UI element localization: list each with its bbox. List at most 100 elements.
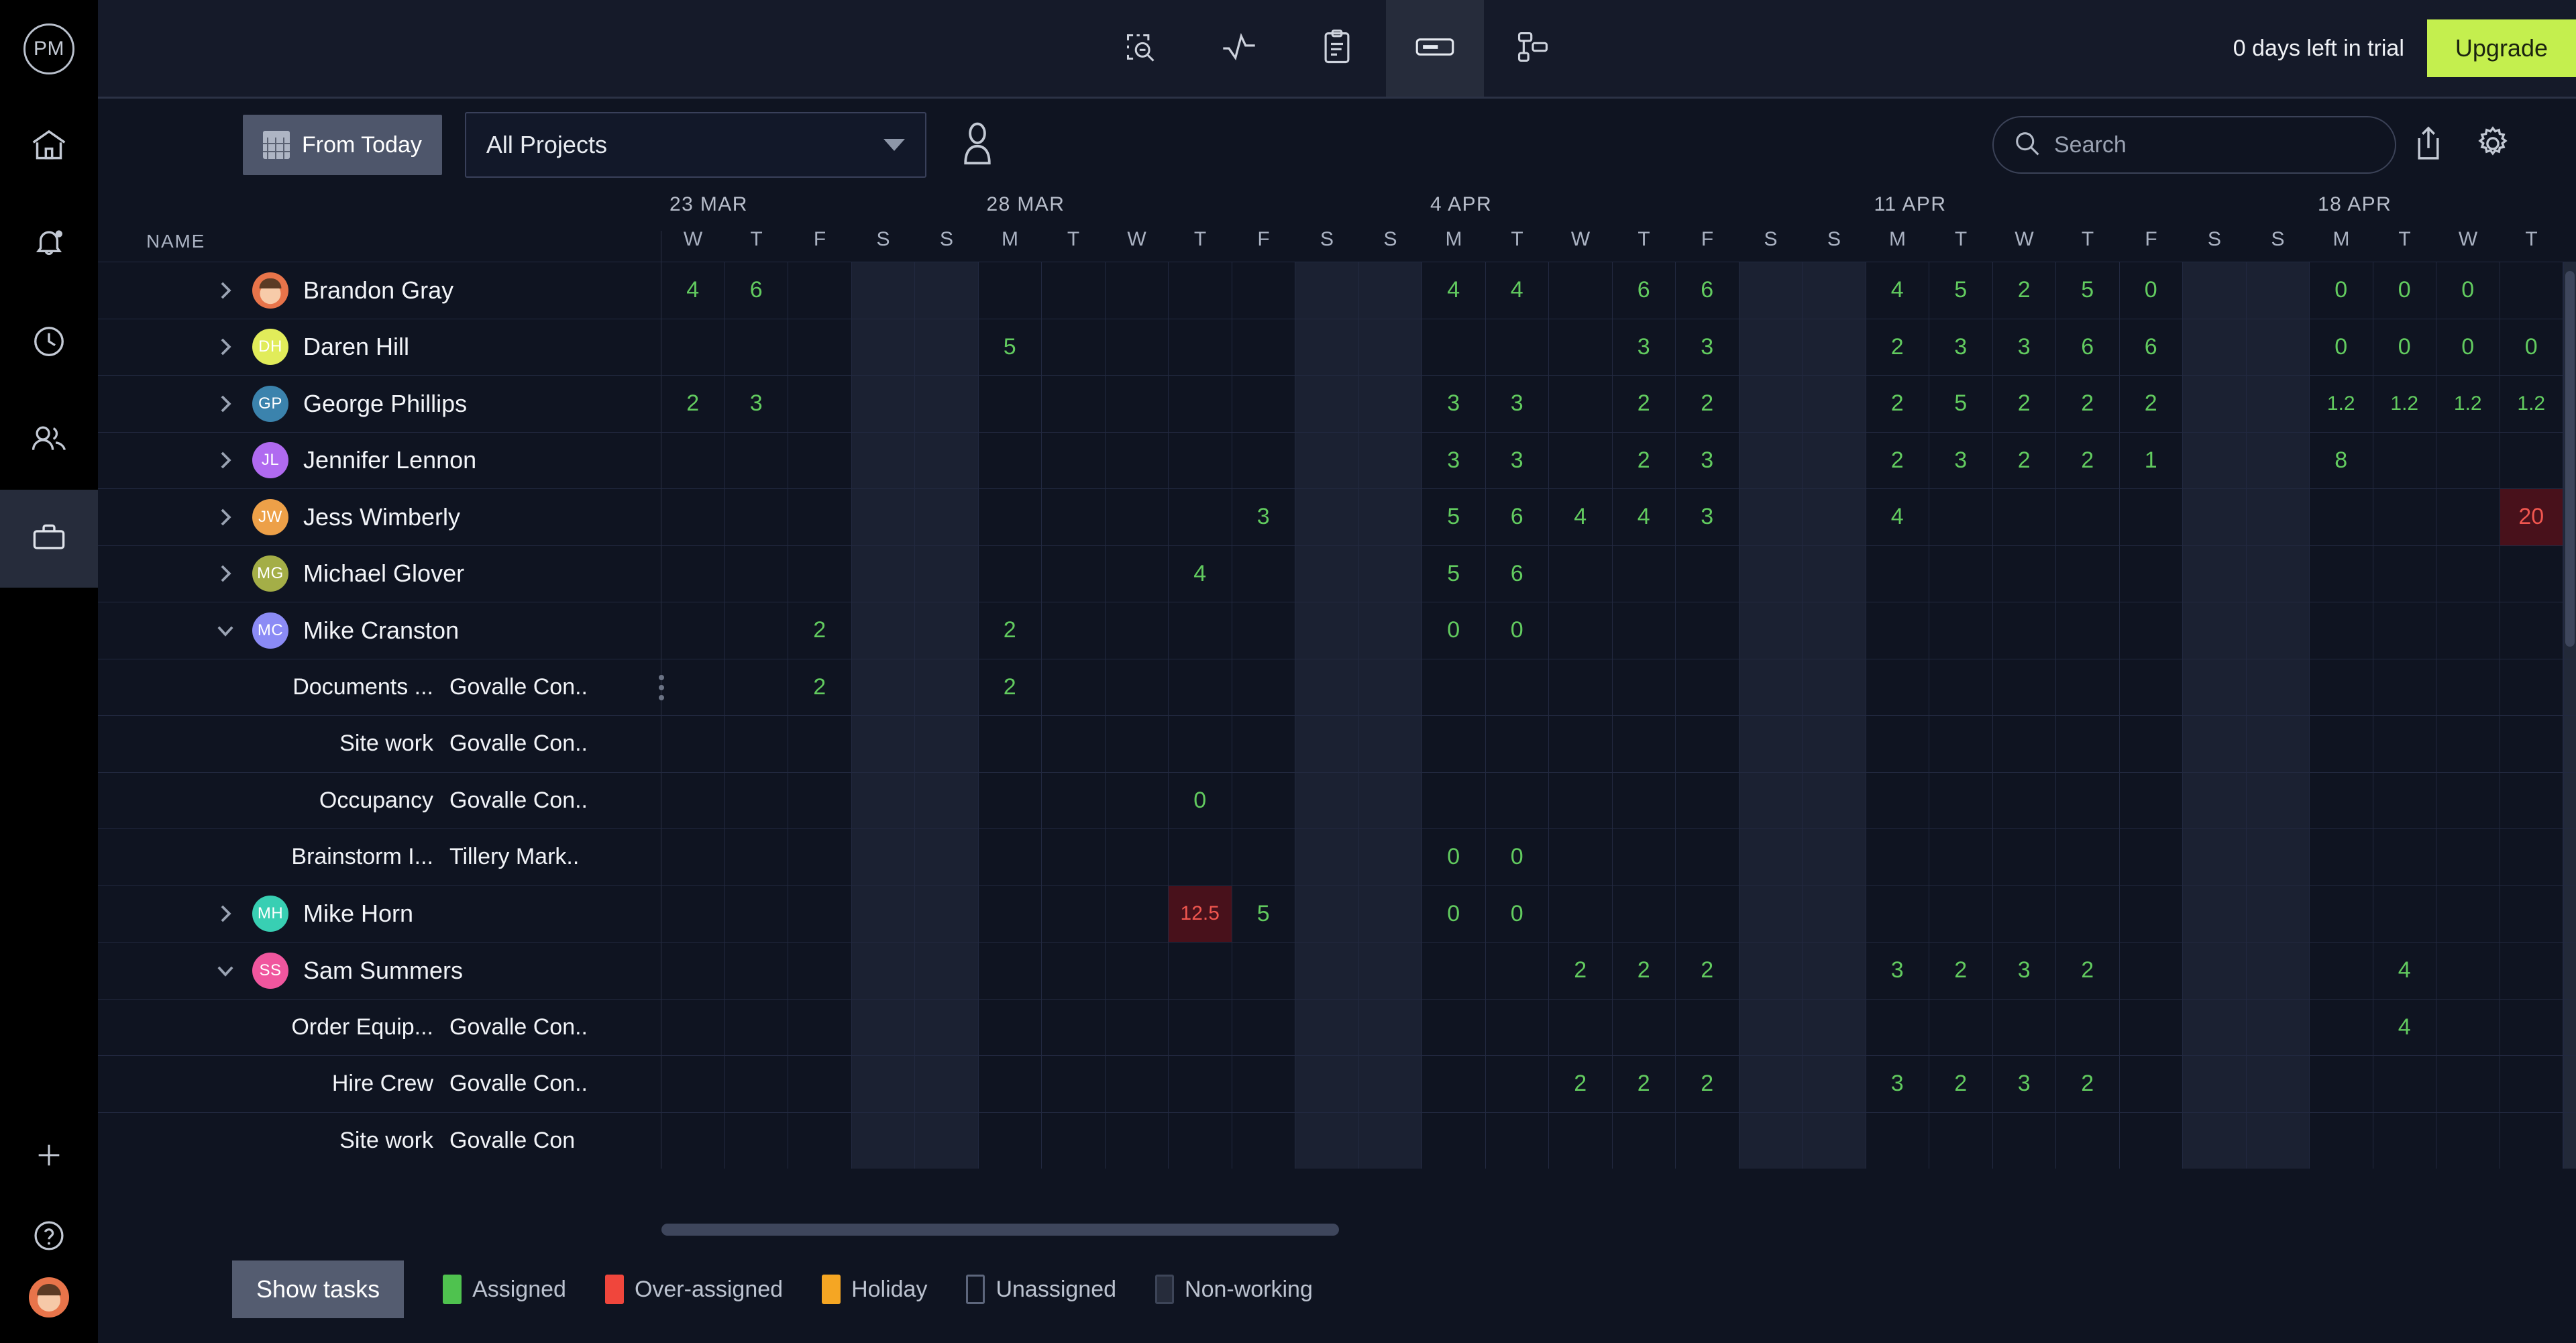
day-cell[interactable] bbox=[1676, 773, 1739, 829]
day-cell[interactable] bbox=[1929, 716, 1993, 772]
day-cell[interactable]: 4 bbox=[661, 262, 725, 319]
day-cell[interactable] bbox=[915, 546, 979, 602]
day-cell[interactable] bbox=[788, 1056, 852, 1112]
day-cell[interactable] bbox=[1676, 1113, 1739, 1169]
day-cell[interactable] bbox=[2373, 659, 2437, 716]
day-cell[interactable] bbox=[1106, 1000, 1169, 1056]
day-cell[interactable]: 5 bbox=[979, 319, 1042, 376]
day-cell[interactable] bbox=[2183, 262, 2247, 319]
day-cell[interactable] bbox=[1549, 716, 1613, 772]
day-cell[interactable] bbox=[2500, 773, 2564, 829]
day-cell[interactable] bbox=[1613, 546, 1676, 602]
day-cell[interactable] bbox=[1993, 773, 2057, 829]
day-cell[interactable] bbox=[1549, 433, 1613, 489]
day-cell[interactable] bbox=[1106, 716, 1169, 772]
day-cell[interactable] bbox=[1676, 886, 1739, 943]
day-cell[interactable] bbox=[1295, 489, 1359, 545]
day-cell[interactable] bbox=[1486, 319, 1550, 376]
day-cell[interactable] bbox=[1866, 886, 1930, 943]
day-cell[interactable] bbox=[2310, 602, 2373, 659]
day-cell[interactable] bbox=[788, 376, 852, 432]
day-cell[interactable] bbox=[2183, 433, 2247, 489]
horizontal-scrollbar-thumb[interactable] bbox=[661, 1224, 1339, 1236]
day-cell[interactable] bbox=[915, 602, 979, 659]
table-row-task[interactable]: OccupancyGovalle Con..00.00 bbox=[98, 772, 2576, 829]
day-cell[interactable]: 3 bbox=[1232, 489, 1296, 545]
table-row-task[interactable]: Documents ...Govalle Con..224.00 bbox=[98, 659, 2576, 716]
day-cell[interactable] bbox=[915, 716, 979, 772]
day-cell[interactable] bbox=[2436, 1000, 2500, 1056]
day-cell[interactable] bbox=[1676, 546, 1739, 602]
day-cell[interactable] bbox=[979, 433, 1042, 489]
day-cell[interactable]: 4 bbox=[1549, 489, 1613, 545]
horizontal-scrollbar[interactable] bbox=[661, 1224, 2431, 1236]
day-cell[interactable] bbox=[1169, 433, 1232, 489]
day-cell[interactable] bbox=[1549, 773, 1613, 829]
day-cell[interactable] bbox=[661, 489, 725, 545]
day-cell[interactable]: 2 bbox=[2056, 1056, 2120, 1112]
day-cell[interactable]: 4 bbox=[1866, 489, 1930, 545]
day-cell[interactable] bbox=[1359, 1056, 1423, 1112]
day-cell[interactable] bbox=[725, 546, 789, 602]
day-cell[interactable] bbox=[1866, 829, 1930, 885]
day-cell[interactable] bbox=[1739, 489, 1803, 545]
day-cell[interactable] bbox=[1676, 602, 1739, 659]
day-cell[interactable] bbox=[1613, 659, 1676, 716]
day-cell[interactable]: 2 bbox=[2056, 433, 2120, 489]
day-cell[interactable] bbox=[2310, 716, 2373, 772]
table-row-person[interactable]: Brandon Gray4644664525000046.43 bbox=[98, 262, 2576, 319]
day-cell[interactable] bbox=[915, 659, 979, 716]
table-row-person[interactable]: MCMike Cranston22004.43 bbox=[98, 602, 2576, 659]
day-cell[interactable] bbox=[1803, 943, 1866, 999]
day-cell[interactable] bbox=[1106, 433, 1169, 489]
day-cell[interactable] bbox=[1613, 886, 1676, 943]
day-cell[interactable] bbox=[1042, 1113, 1106, 1169]
day-cell[interactable]: 2 bbox=[661, 376, 725, 432]
day-cell[interactable] bbox=[1613, 602, 1676, 659]
day-cell[interactable]: 6 bbox=[725, 262, 789, 319]
day-cell[interactable] bbox=[2183, 376, 2247, 432]
day-cell[interactable] bbox=[1106, 659, 1169, 716]
day-cell[interactable] bbox=[2183, 1113, 2247, 1169]
day-cell[interactable] bbox=[2120, 1113, 2184, 1169]
day-cell[interactable] bbox=[2120, 602, 2184, 659]
day-cell[interactable] bbox=[1803, 716, 1866, 772]
day-cell[interactable] bbox=[1359, 829, 1423, 885]
table-row-task[interactable]: Site workGovalle Con bbox=[98, 1112, 2576, 1169]
day-cell[interactable] bbox=[661, 886, 725, 943]
day-cell[interactable]: 12.5 bbox=[1169, 886, 1232, 943]
day-cell[interactable] bbox=[725, 716, 789, 772]
day-cell[interactable] bbox=[2436, 773, 2500, 829]
day-cell[interactable] bbox=[1613, 1113, 1676, 1169]
day-cell[interactable] bbox=[1232, 319, 1296, 376]
day-cell[interactable]: 3 bbox=[1929, 319, 1993, 376]
day-cell[interactable] bbox=[788, 829, 852, 885]
day-cell[interactable]: 5 bbox=[2056, 262, 2120, 319]
day-cell[interactable] bbox=[1106, 262, 1169, 319]
day-cell[interactable] bbox=[2436, 546, 2500, 602]
day-cell[interactable] bbox=[2500, 659, 2564, 716]
table-row-person[interactable]: JLJennifer Lennon332323221829.43 bbox=[98, 432, 2576, 489]
day-cell[interactable] bbox=[979, 1056, 1042, 1112]
day-cell[interactable] bbox=[2436, 1056, 2500, 1112]
day-cell[interactable] bbox=[2373, 546, 2437, 602]
tab-activity[interactable] bbox=[1190, 0, 1288, 97]
day-cell[interactable] bbox=[2310, 489, 2373, 545]
day-cell[interactable]: 6 bbox=[1486, 489, 1550, 545]
day-cell[interactable] bbox=[1549, 376, 1613, 432]
day-cell[interactable]: 5 bbox=[1422, 546, 1486, 602]
day-cell[interactable] bbox=[2247, 886, 2310, 943]
day-cell[interactable] bbox=[2373, 489, 2437, 545]
day-cell[interactable] bbox=[2373, 886, 2437, 943]
day-cell[interactable] bbox=[1739, 376, 1803, 432]
chevron-right-icon[interactable] bbox=[205, 562, 246, 585]
day-cell[interactable] bbox=[1042, 376, 1106, 432]
day-cell[interactable] bbox=[1803, 262, 1866, 319]
day-cell[interactable] bbox=[725, 659, 789, 716]
day-cell[interactable] bbox=[1739, 659, 1803, 716]
day-cell[interactable] bbox=[788, 943, 852, 999]
day-cell[interactable] bbox=[661, 1056, 725, 1112]
day-cell[interactable] bbox=[1549, 1113, 1613, 1169]
day-cell[interactable] bbox=[2183, 886, 2247, 943]
day-cell[interactable] bbox=[1232, 943, 1296, 999]
